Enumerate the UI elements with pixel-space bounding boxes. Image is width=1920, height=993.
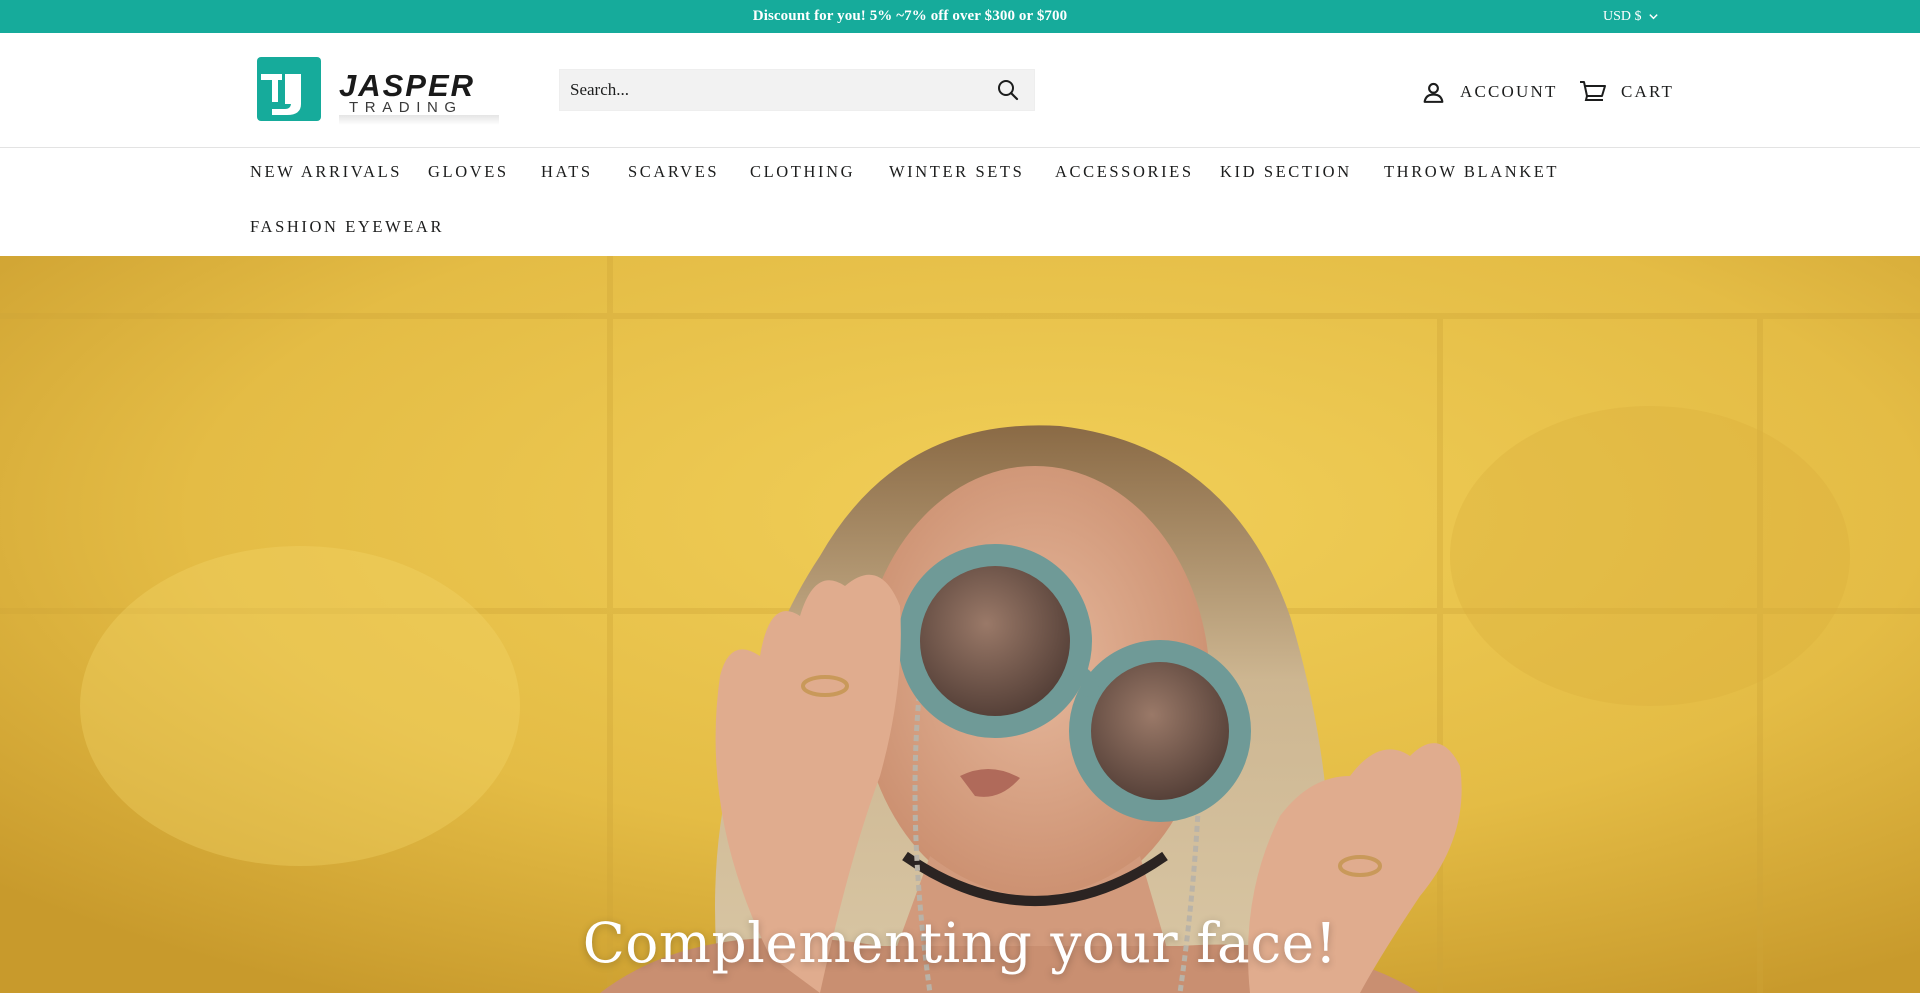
nav-item-accessories[interactable]: ACCESSORIES <box>1055 162 1194 182</box>
hero-image <box>0 256 1920 993</box>
main-navigation: NEW ARRIVALS GLOVES HATS SCARVES CLOTHIN… <box>0 149 1920 256</box>
nav-item-winter-sets[interactable]: WINTER SETS <box>889 162 1024 182</box>
account-link[interactable]: ACCOUNT <box>1421 77 1558 107</box>
logo-wordmark: JASPER TRADING <box>339 68 476 116</box>
nav-item-kid-section[interactable]: KID SECTION <box>1220 162 1352 182</box>
site-header: JASPER TRADING ACCOUNT CART <box>0 33 1920 148</box>
search-input[interactable] <box>560 70 982 110</box>
currency-label: USD $ <box>1603 9 1642 24</box>
logo-line-2: TRADING <box>349 99 463 116</box>
nav-item-gloves[interactable]: GLOVES <box>428 162 509 182</box>
cart-icon <box>1580 81 1606 101</box>
logo-mark-icon <box>257 57 321 121</box>
search-icon <box>998 80 1019 101</box>
logo-reflection <box>339 115 499 125</box>
user-icon <box>1423 82 1444 103</box>
cart-link[interactable]: CART <box>1579 77 1674 107</box>
logo-line-1: JASPER <box>339 68 476 103</box>
chevron-down-icon <box>1648 14 1658 20</box>
nav-item-hats[interactable]: HATS <box>541 162 593 182</box>
nav-item-clothing[interactable]: CLOTHING <box>750 162 855 182</box>
currency-selector[interactable]: USD $ <box>1603 0 1659 33</box>
nav-item-throw-blanket[interactable]: THROW BLANKET <box>1384 162 1559 182</box>
nav-item-fashion-eyewear[interactable]: FASHION EYEWEAR <box>250 217 444 237</box>
nav-item-new-arrivals[interactable]: NEW ARRIVALS <box>250 162 402 182</box>
cart-label: CART <box>1621 82 1675 101</box>
announcement-bar: Discount for you! 5% ~7% off over $300 o… <box>0 0 1920 33</box>
hero-banner[interactable]: Complementing your face! <box>0 256 1920 993</box>
search-button[interactable] <box>982 70 1034 110</box>
account-label: ACCOUNT <box>1460 82 1558 101</box>
site-logo[interactable]: JASPER TRADING <box>257 57 502 125</box>
nav-item-scarves[interactable]: SCARVES <box>628 162 719 182</box>
search-bar <box>559 69 1035 111</box>
announcement-text: Discount for you! 5% ~7% off over $300 o… <box>752 8 1068 24</box>
hero-title: Complementing your face! <box>582 911 1338 975</box>
